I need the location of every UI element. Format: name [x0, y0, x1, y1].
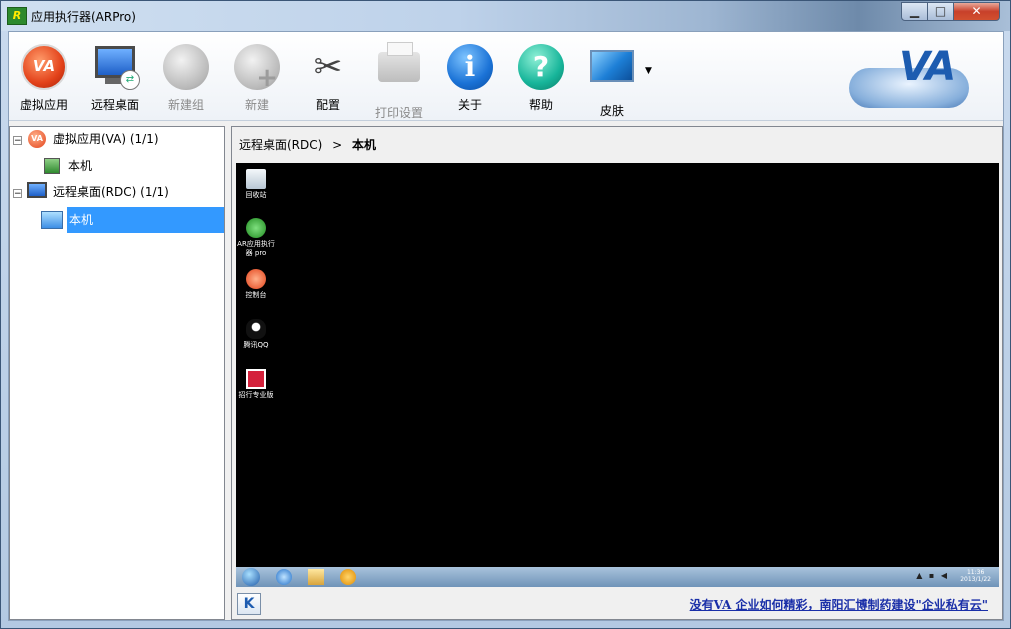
client-area: VA 虚拟应用 ⇄ 远程桌面 新建组 + 新建 ✂ 配置 打印设置 i 关于 ?… [8, 31, 1004, 621]
va-logo: VA [839, 38, 999, 114]
new-icon: + [234, 44, 280, 91]
logo-text: VA [899, 44, 956, 90]
va-node-icon: VA [28, 130, 46, 148]
app-window: R 应用执行器(ARPro) ▁ □ ✕ VA 虚拟应用 ⇄ 远程桌面 新建组 [0, 0, 1011, 629]
qq-icon [246, 319, 266, 339]
config-tools-icon: ✂ [313, 47, 343, 87]
folder-icon[interactable] [308, 569, 324, 585]
desktop-icon-cmb[interactable]: 招行专业版 [236, 369, 276, 400]
tree-node-rdc-local-label: 本机 [69, 213, 94, 227]
clock-date: 2013/1/22 [960, 576, 991, 583]
desktop-icon-console[interactable]: 控制台 [236, 269, 276, 300]
skin-label: 皮肤 [599, 104, 624, 118]
about-label: 关于 [457, 98, 482, 112]
remote-desktop-icon: ⇄ [92, 44, 140, 90]
k-button[interactable]: K [237, 593, 261, 615]
remote-desktop-view[interactable]: 回收站 AR应用执行器 pro 控制台 腾讯QQ 招行专业版 ▲ ▪ ◀ 11:… [236, 163, 999, 587]
help-button[interactable]: ? 帮助 [508, 44, 574, 113]
tree-panel: − VA 虚拟应用(VA) (1/1) 本机 − 远程桌面(RDC) (1/1)… [9, 126, 225, 620]
help-icon: ? [518, 44, 564, 90]
help-label: 帮助 [528, 98, 553, 112]
network-machine-icon [41, 211, 63, 229]
remote-desktop-button[interactable]: ⇄ 远程桌面 [82, 44, 148, 113]
remote-desktop-label: 远程桌面 [90, 98, 139, 112]
minimize-button[interactable]: ▁ [901, 2, 928, 21]
printer-icon [376, 42, 422, 98]
desktop-icon-qq[interactable]: 腾讯QQ [236, 319, 276, 350]
collapse-icon[interactable]: − [13, 189, 22, 199]
tree-node-va[interactable]: 虚拟应用(VA) (1/1) [53, 128, 159, 150]
ie-icon[interactable] [276, 569, 292, 585]
desktop-icon-label: AR应用执行器 pro [237, 240, 275, 257]
virtual-app-button[interactable]: VA 虚拟应用 [11, 44, 77, 113]
desktop-icon-label: 控制台 [245, 291, 267, 299]
content-panel: 远程桌面(RDC) > 本机 回收站 AR应用执行器 pro 控制台 腾讯QQ … [231, 126, 1003, 620]
tray-icons[interactable]: ▲ ▪ ◀ [916, 571, 949, 580]
print-settings-label: 打印设置 [374, 106, 423, 120]
skin-button[interactable]: 皮肤 [579, 44, 645, 119]
skin-icon [589, 50, 635, 96]
close-button[interactable]: ✕ [953, 2, 1000, 21]
desktop-icon-arpro[interactable]: AR应用执行器 pro [236, 218, 276, 258]
tree-node-rdc[interactable]: 远程桌面(RDC) (1/1) [53, 181, 169, 203]
new-label: 新建 [244, 98, 269, 112]
breadcrumb: 远程桌面(RDC) > 本机 [239, 136, 376, 153]
start-orb-icon[interactable] [242, 568, 260, 586]
breadcrumb-parent[interactable]: 远程桌面(RDC) [239, 138, 322, 152]
toolbar: VA 虚拟应用 ⇄ 远程桌面 新建组 + 新建 ✂ 配置 打印设置 i 关于 ?… [9, 32, 1003, 121]
desktop-icon-label: 腾讯QQ [243, 341, 269, 349]
breadcrumb-separator: > [332, 138, 343, 152]
status-bar: K 没有VA 企业如何精彩，南阳汇博制药建设"企业私有云" [232, 593, 1002, 619]
system-clock[interactable]: 11:36 2013/1/22 [960, 569, 991, 583]
title-bar[interactable]: R 应用执行器(ARPro) ▁ □ ✕ [1, 1, 1010, 31]
new-button[interactable]: + 新建 [224, 44, 290, 113]
clock-time: 11:36 [966, 569, 985, 576]
new-group-icon [163, 44, 209, 90]
print-settings-button[interactable]: 打印设置 [366, 42, 432, 121]
chevron-down-icon[interactable]: ▼ [645, 66, 652, 76]
collapse-icon[interactable]: − [13, 136, 22, 146]
recycle-bin-icon [246, 169, 266, 189]
maximize-button[interactable]: □ [927, 2, 954, 21]
tree-node-va-local[interactable]: 本机 [68, 155, 92, 177]
tree-node-rdc-local[interactable]: 本机 [67, 207, 224, 233]
console-icon [246, 269, 266, 289]
breadcrumb-current: 本机 [352, 138, 377, 152]
info-icon: i [447, 44, 493, 90]
desktop-icon-label: 招行专业版 [238, 391, 274, 399]
config-label: 配置 [315, 98, 340, 112]
remote-taskbar: ▲ ▪ ◀ 11:36 2013/1/22 [236, 567, 999, 587]
desktop-icon-recycle-bin[interactable]: 回收站 [236, 169, 276, 200]
app-icon: R [7, 7, 27, 25]
local-machine-icon [44, 158, 60, 174]
new-group-button[interactable]: 新建组 [153, 44, 219, 113]
config-button[interactable]: ✂ 配置 [295, 44, 361, 113]
remote-desktop-node-icon [27, 182, 47, 198]
new-group-label: 新建组 [167, 98, 204, 112]
arpro-icon [246, 218, 266, 238]
virtual-app-label: 虚拟应用 [19, 98, 68, 112]
desktop-icon-label: 回收站 [245, 191, 267, 199]
promo-link[interactable]: 没有VA 企业如何精彩，南阳汇博制药建设"企业私有云" [690, 596, 988, 613]
cmb-icon [246, 369, 266, 389]
media-player-icon[interactable] [340, 569, 356, 585]
va-icon: VA [21, 44, 67, 90]
about-button[interactable]: i 关于 [437, 44, 503, 113]
window-title: 应用执行器(ARPro) [31, 10, 136, 24]
